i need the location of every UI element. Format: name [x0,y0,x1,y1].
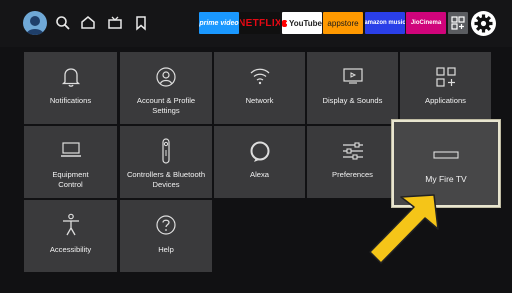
tile-equipment-label-line2: Control [58,180,83,189]
app-youtube-label: YouTube [288,18,322,28]
search-icon[interactable] [54,14,72,32]
fire-tv-stick-icon [433,146,459,164]
tile-account-profile-settings[interactable]: Account & Profile Settings [120,52,212,124]
tile-accessibility-label: Accessibility [49,245,92,254]
help-icon [155,214,177,241]
tile-preferences-label: Preferences [332,170,373,179]
bell-icon [61,66,81,93]
wifi-icon [249,66,271,91]
tile-applications[interactable]: Applications [400,52,491,124]
tile-help[interactable]: Help [120,200,212,272]
profile-avatar-icon[interactable] [23,11,47,35]
app-prime-video[interactable]: prime video [199,12,239,34]
tile-network-label: Network [245,96,274,105]
tile-equipment-label-line1: Equipment [52,170,89,179]
monitor-icon [60,141,82,164]
tile-account-label-line1: Account & Profile [136,96,196,105]
home-icon[interactable] [79,14,97,32]
accessibility-icon [61,213,81,242]
remote-icon [160,138,172,169]
bookmark-icon[interactable] [132,14,150,32]
tile-notifications-label: Notifications [49,96,92,105]
tile-help-label: Help [158,245,174,254]
display-icon [342,67,364,90]
tile-controllers-label-line1: Controllers & Bluetooth [126,170,206,179]
tile-network[interactable]: Network [214,52,305,124]
app-youtube[interactable]: YouTube [282,12,322,34]
app-jiocinema[interactable]: JioCinema [406,12,446,34]
tile-equipment-control[interactable]: Equipment Control [24,126,117,198]
top-navigation-bar: prime video NETFLIX YouTube appstore ama… [0,0,512,47]
tile-alexa-label: Alexa [250,170,269,179]
tile-my-fire-tv-label: My Fire TV [425,174,467,184]
gear-icon[interactable] [471,11,496,36]
person-circle-icon [155,66,177,93]
tile-notifications[interactable]: Notifications [24,52,117,124]
live-tv-icon[interactable] [106,14,124,32]
alexa-icon [249,140,271,167]
tile-account-label-line2: Settings [152,106,180,115]
youtube-play-icon [282,19,289,27]
tile-alexa[interactable]: Alexa [214,126,305,198]
app-appstore[interactable]: appstore [323,12,363,34]
tile-preferences[interactable]: Preferences [307,126,398,198]
tile-display-sounds-label: Display & Sounds [322,96,383,105]
tile-display-sounds[interactable]: Display & Sounds [307,52,398,124]
tile-applications-label: Applications [425,96,466,105]
app-amazon-music[interactable]: amazon music [365,12,405,34]
tile-controllers-label-line2: Devices [152,180,180,189]
tile-controllers-bluetooth[interactable]: Controllers & Bluetooth Devices [120,126,212,198]
sliders-icon [341,141,365,166]
tile-accessibility[interactable]: Accessibility [24,200,117,272]
app-grid-icon[interactable] [448,12,468,34]
applications-icon [435,66,457,93]
yellow-arrow-icon [366,191,450,269]
app-netflix[interactable]: NETFLIX [240,12,280,34]
